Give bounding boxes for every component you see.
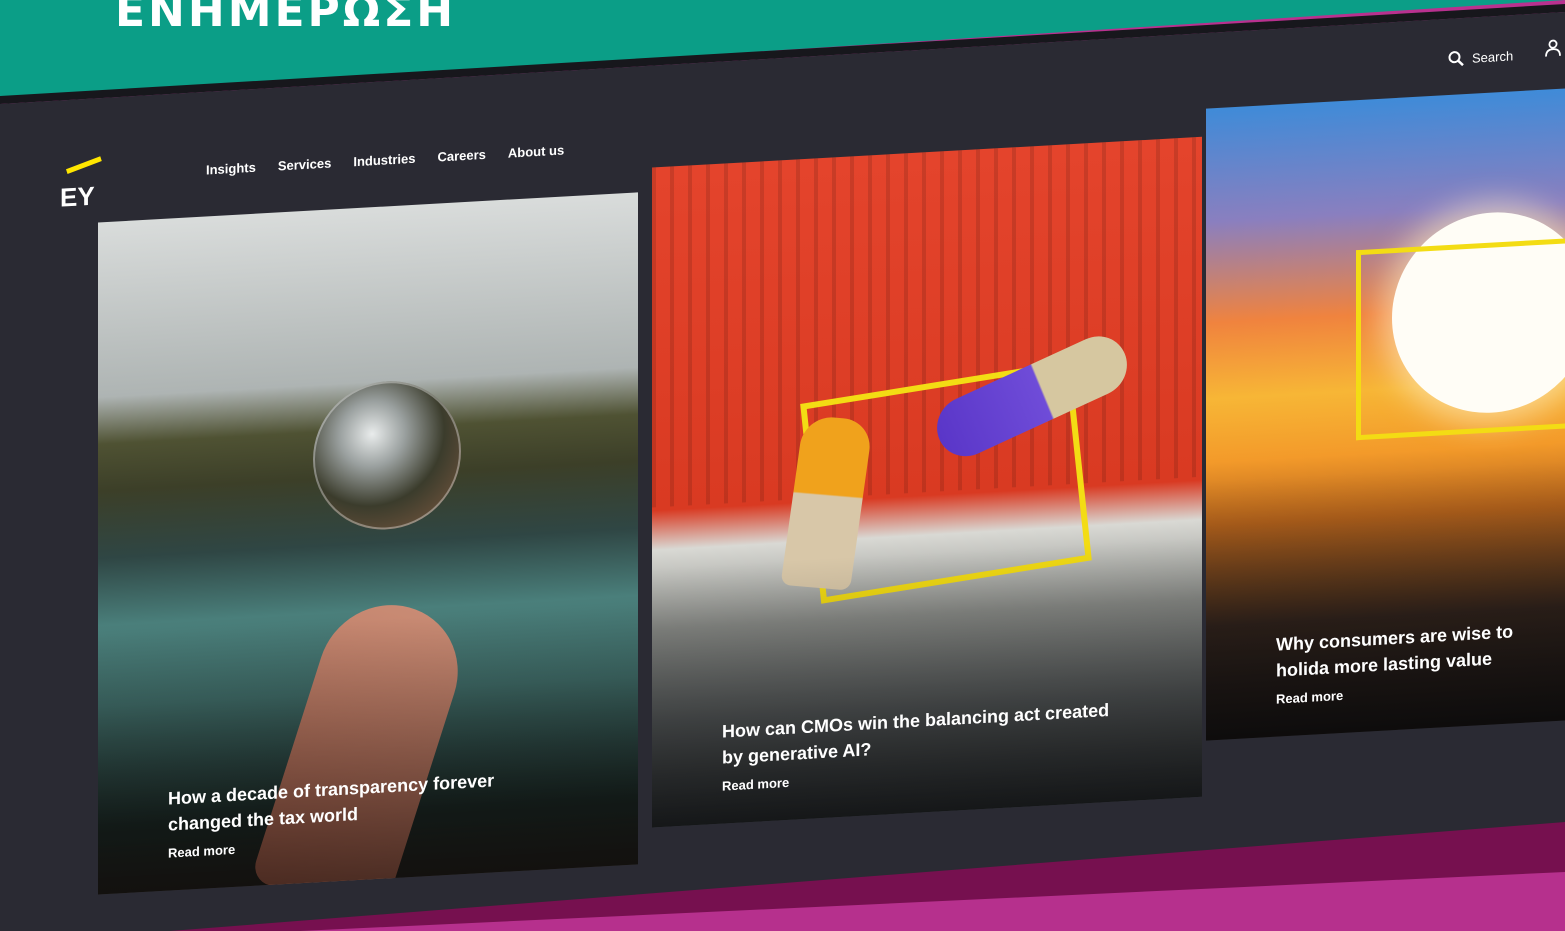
yellow-frame-graphic xyxy=(1356,235,1565,441)
nav-item-services[interactable]: Services xyxy=(278,155,332,173)
logo-accent-bar xyxy=(66,156,102,174)
search-button[interactable]: Search xyxy=(1448,47,1513,67)
nav-item-about-us[interactable]: About us xyxy=(508,142,564,160)
website-view: EY Insights Services Industries Careers … xyxy=(0,0,1565,931)
article-card-holiday-consumers[interactable]: Why consumers are wise to holida more la… xyxy=(1206,87,1565,741)
crystal-ball-image xyxy=(313,377,461,534)
nav-item-insights[interactable]: Insights xyxy=(206,160,256,178)
read-more-link[interactable]: Read more xyxy=(1276,688,1343,707)
article-card-tax-transparency[interactable]: How a decade of transparency forever cha… xyxy=(98,192,638,895)
ey-logo[interactable]: EY xyxy=(60,181,95,214)
read-more-link[interactable]: Read more xyxy=(722,775,789,794)
article-card-cmo-genai[interactable]: How can CMOs win the balancing act creat… xyxy=(652,136,1202,828)
search-label: Search xyxy=(1472,47,1514,66)
nav-item-industries[interactable]: Industries xyxy=(353,151,415,169)
search-icon xyxy=(1448,51,1464,67)
card-caption: Why consumers are wise to holida more la… xyxy=(1206,614,1565,740)
read-more-link[interactable]: Read more xyxy=(168,842,235,861)
user-icon[interactable] xyxy=(1544,39,1562,58)
main-nav: Insights Services Industries Careers Abo… xyxy=(206,142,564,177)
nav-item-careers[interactable]: Careers xyxy=(437,147,485,165)
